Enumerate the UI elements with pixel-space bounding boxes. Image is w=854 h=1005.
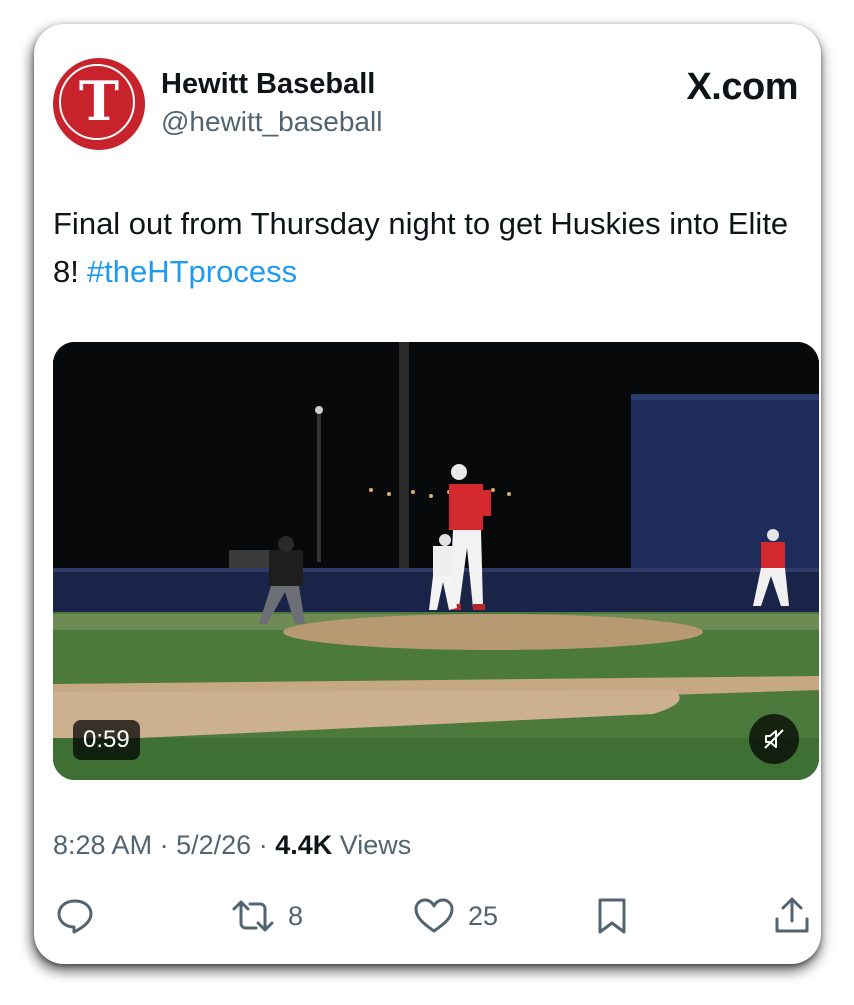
- x-com-logo[interactable]: X.com: [686, 66, 798, 109]
- meta-separator: ·: [258, 830, 268, 860]
- heart-icon: [414, 898, 454, 933]
- repost-count: 8: [288, 900, 304, 931]
- like-button[interactable]: 25: [412, 894, 498, 938]
- video-player[interactable]: 0:59: [53, 342, 819, 780]
- user-handle[interactable]: @hewitt_baseball: [161, 106, 382, 138]
- muted-speaker-icon: [764, 729, 784, 749]
- display-name[interactable]: Hewitt Baseball: [161, 68, 375, 101]
- bookmark-button[interactable]: [594, 894, 630, 938]
- video-frame: [53, 342, 819, 780]
- post-date[interactable]: 5/2/26: [176, 830, 251, 860]
- post-card[interactable]: T Hewitt Baseball @hewitt_baseball X.com…: [34, 24, 821, 964]
- repost-button[interactable]: 8: [230, 894, 303, 938]
- mute-toggle-button[interactable]: [749, 714, 799, 764]
- repost-icon: [232, 900, 274, 932]
- post-meta: 8:28 AM · 5/2/26 · 4.4K Views: [53, 830, 411, 861]
- views-count: 4.4K: [275, 830, 333, 860]
- reply-icon: [57, 899, 93, 934]
- avatar[interactable]: T: [53, 58, 145, 150]
- bookmark-icon: [598, 898, 626, 934]
- share-button[interactable]: [772, 894, 812, 938]
- hashtag-link[interactable]: #theHTprocess: [87, 254, 297, 289]
- reply-button[interactable]: [54, 894, 96, 938]
- post-time[interactable]: 8:28 AM: [53, 830, 152, 860]
- avatar-logo-letter: T: [78, 69, 120, 133]
- share-icon: [775, 897, 809, 933]
- video-duration: 0:59: [73, 720, 140, 760]
- post-text: Final out from Thursday night to get Hus…: [53, 200, 813, 296]
- like-count: 25: [468, 900, 499, 931]
- action-bar: 8 25: [34, 894, 821, 944]
- views-label: Views: [339, 830, 412, 860]
- meta-separator: ·: [159, 830, 169, 860]
